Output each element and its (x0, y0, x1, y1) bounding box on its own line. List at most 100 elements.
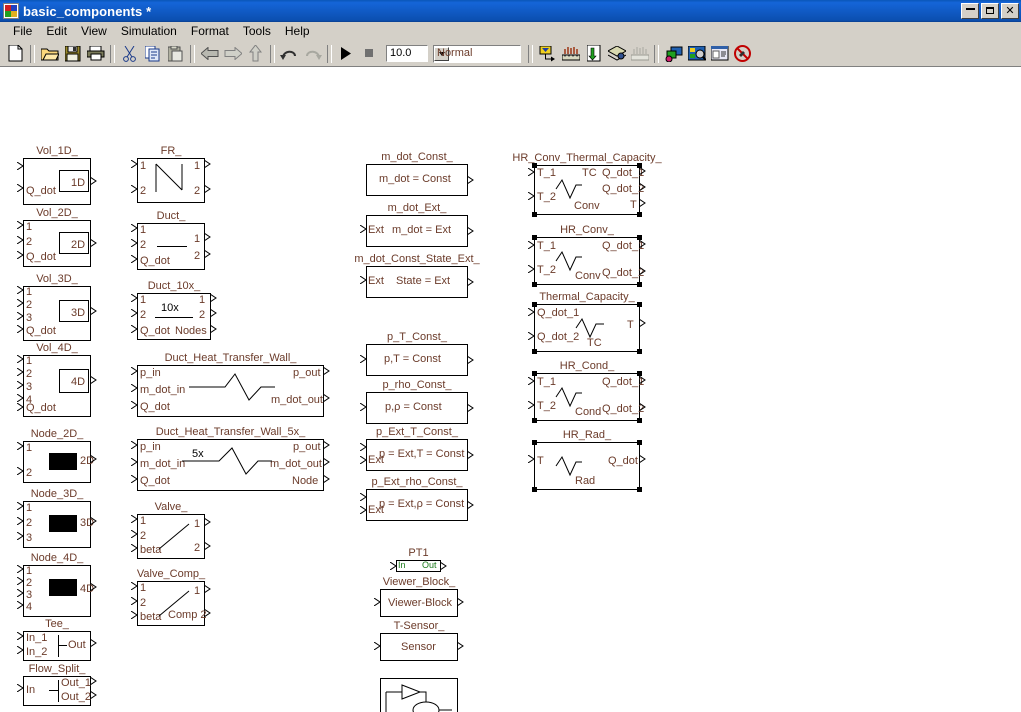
output-port[interactable] (639, 167, 646, 175)
menu-format[interactable]: Format (184, 22, 236, 41)
input-port[interactable] (528, 265, 535, 273)
copy-icon[interactable] (141, 43, 164, 65)
p-rho-const-block[interactable]: p_rho_Const_ p,ρ = Const (360, 380, 474, 424)
output-port[interactable] (90, 307, 97, 315)
p-t-const-block[interactable]: p_T_Const_ p,T = Const (360, 332, 474, 376)
valve-comp-block[interactable]: Valve_Comp_ 1 2 beta 1 Comp 2 (131, 569, 211, 626)
selection-handle[interactable] (532, 349, 537, 354)
simulation-mode-select[interactable]: Normal (433, 44, 521, 63)
node-2d-block[interactable]: Node_2D_ 1 2 2D (17, 429, 97, 483)
output-port[interactable] (90, 691, 97, 699)
stop-time-field[interactable]: 10.0 (386, 45, 428, 62)
valve-block[interactable]: Valve_ 1 2 beta 1 2 (131, 502, 211, 559)
input-port[interactable] (17, 589, 24, 597)
restore-button[interactable] (981, 3, 999, 19)
duct-block[interactable]: Duct_ 1 2 Q_dot 1 2 (131, 211, 211, 270)
input-port[interactable] (360, 225, 367, 233)
selection-handle[interactable] (532, 235, 537, 240)
output-port[interactable] (457, 598, 464, 606)
menu-file[interactable]: File (6, 22, 39, 41)
output-port[interactable] (204, 609, 211, 617)
start-simulation-icon[interactable] (335, 43, 358, 65)
output-port[interactable] (467, 278, 474, 286)
selection-handle[interactable] (637, 163, 642, 168)
m-dot-const-state-ext-block[interactable]: m_dot_Const_State_Ext_ Ext State = Ext (354, 254, 480, 298)
viewer-block[interactable]: Viewer_Block_ Viewer-Block (374, 577, 464, 617)
input-port[interactable] (528, 308, 535, 316)
hr-conv-block[interactable]: HR_Conv_ T_1 T_2 Conv Q_dot_1 Q_dot_2 (528, 225, 646, 287)
input-port[interactable] (17, 684, 24, 692)
output-port[interactable] (639, 240, 646, 248)
output-port[interactable] (210, 325, 217, 333)
selection-handle[interactable] (637, 418, 642, 423)
forward-icon[interactable] (221, 43, 244, 65)
input-port[interactable] (17, 299, 24, 307)
input-port[interactable] (131, 458, 138, 466)
output-port[interactable] (210, 309, 217, 317)
output-port[interactable] (90, 677, 97, 685)
input-port[interactable] (17, 517, 24, 525)
p-ext-rho-const-block[interactable]: p_Ext_rho_Const_ Ext p = Ext,ρ = Const (360, 477, 474, 521)
output-port[interactable] (323, 441, 330, 449)
input-port[interactable] (131, 185, 138, 193)
output-port[interactable] (639, 267, 646, 275)
input-port[interactable] (374, 642, 381, 650)
input-port[interactable] (131, 401, 138, 409)
hr-cond-block[interactable]: HR_Cond_ T_1 T_2 Cond Q_dot_1 Q_dot_2 (528, 361, 646, 423)
input-port[interactable] (360, 506, 367, 514)
selection-handle[interactable] (637, 302, 642, 307)
output-port[interactable] (467, 404, 474, 412)
input-port[interactable] (131, 239, 138, 247)
input-port[interactable] (131, 475, 138, 483)
input-port[interactable] (17, 565, 24, 573)
up-level-icon[interactable] (244, 43, 267, 65)
output-port[interactable] (639, 183, 646, 191)
open-model-icon[interactable] (38, 43, 61, 65)
input-port[interactable] (131, 515, 138, 523)
vol-2d-block[interactable]: Vol_2D_ 1 2 Q_dot 2D (17, 208, 97, 267)
output-port[interactable] (467, 356, 474, 364)
input-port[interactable] (131, 611, 138, 619)
hr-rad-block[interactable]: HR_Rad_ T Rad Q_dot (528, 430, 646, 492)
p-ext-t-const-block[interactable]: p_Ext_T_Const_ Ext p = Ext,T = Const (360, 427, 474, 471)
selection-handle[interactable] (532, 418, 537, 423)
model-explorer-icon[interactable] (685, 43, 708, 65)
toggle-grid-icon[interactable] (628, 43, 651, 65)
input-port[interactable] (360, 355, 367, 363)
output-port[interactable] (204, 518, 211, 526)
input-port[interactable] (17, 381, 24, 389)
input-port[interactable] (360, 456, 367, 464)
input-port[interactable] (360, 403, 367, 411)
input-port[interactable] (528, 455, 535, 463)
input-port[interactable] (17, 184, 24, 192)
output-port[interactable] (90, 583, 97, 591)
input-port[interactable] (390, 562, 397, 570)
update-diagram-icon[interactable] (536, 43, 559, 65)
output-port[interactable] (323, 458, 330, 466)
back-icon[interactable] (198, 43, 221, 65)
input-port[interactable] (131, 309, 138, 317)
input-port[interactable] (17, 312, 24, 320)
input-port[interactable] (17, 394, 24, 402)
refresh-icon[interactable] (582, 43, 605, 65)
input-port[interactable] (17, 646, 24, 654)
selection-handle[interactable] (532, 212, 537, 217)
input-port[interactable] (374, 598, 381, 606)
input-port[interactable] (17, 577, 24, 585)
fr-block[interactable]: FR_ 1 2 1 2 (131, 146, 211, 203)
output-port[interactable] (90, 376, 97, 384)
input-port[interactable] (131, 544, 138, 552)
no-annotation-icon[interactable] (731, 43, 754, 65)
selection-handle[interactable] (637, 440, 642, 445)
output-port[interactable] (204, 160, 211, 168)
tee-block[interactable]: Tee_ In_1 In_2 Out (17, 619, 97, 661)
vol-1d-block[interactable]: Vol_1D_ Q_dot 1D (17, 146, 97, 205)
selection-handle[interactable] (637, 349, 642, 354)
input-port[interactable] (528, 241, 535, 249)
duct-heat-transfer-wall-5x-block[interactable]: Duct_Heat_Transfer_Wall_5x_ p_in m_dot_i… (131, 427, 330, 491)
selection-handle[interactable] (637, 371, 642, 376)
selection-handle[interactable] (532, 440, 537, 445)
output-port[interactable] (90, 455, 97, 463)
input-port[interactable] (131, 384, 138, 392)
output-port[interactable] (467, 451, 474, 459)
